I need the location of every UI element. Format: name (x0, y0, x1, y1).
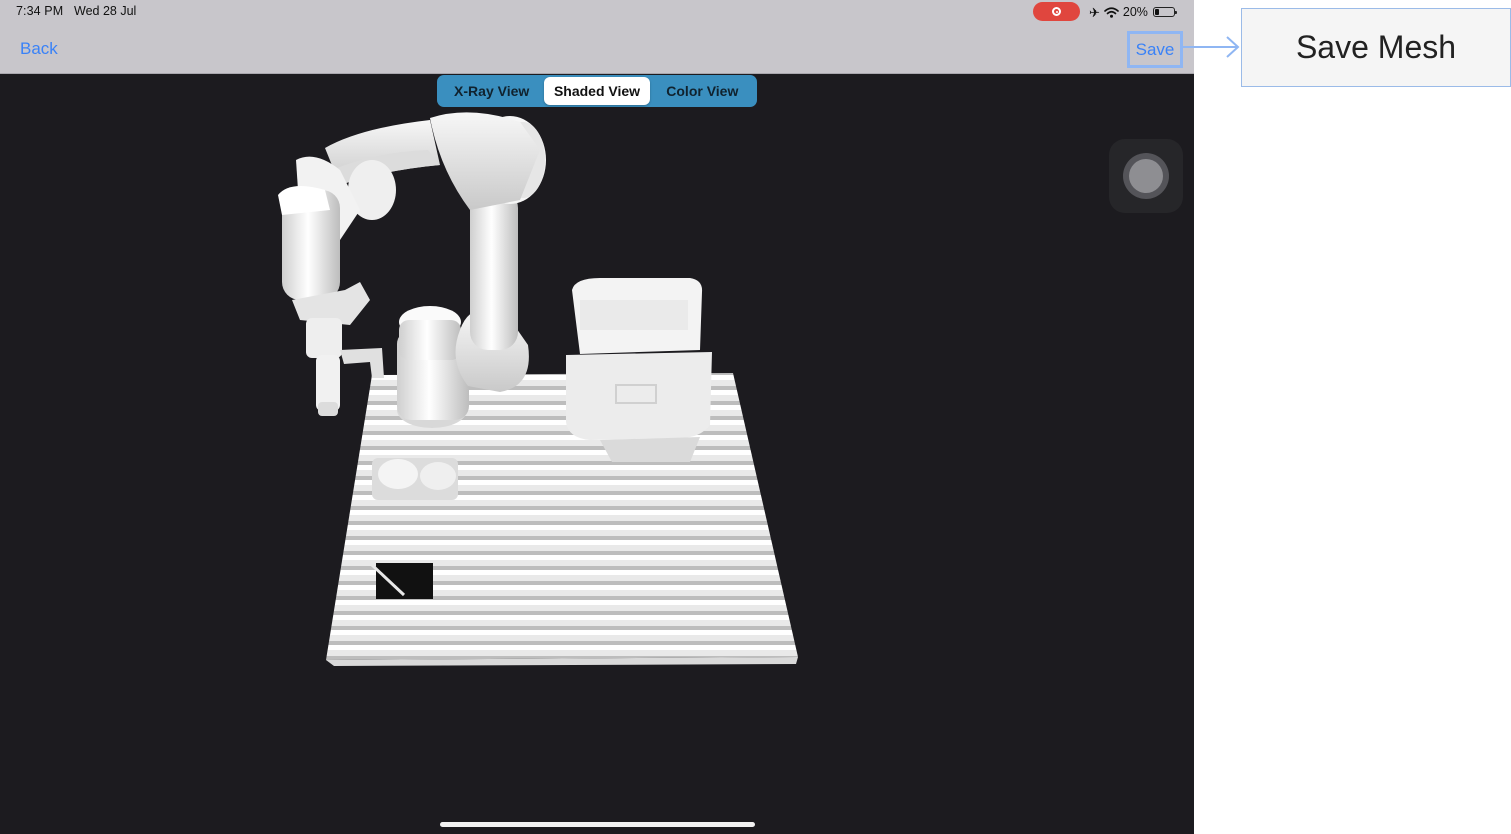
battery-percent: 20% (1122, 5, 1148, 19)
mesh-viewport[interactable] (0, 74, 1194, 834)
wifi-icon (1104, 6, 1119, 18)
navigation-bar: 7:34 PM Wed 28 Jul ✈ 20% Back Save (0, 0, 1194, 74)
airplane-icon: ✈ (1089, 4, 1100, 20)
callout-arrow-icon (1183, 36, 1240, 58)
callout-label: Save Mesh (1295, 29, 1457, 65)
status-icons: ✈ 20% (1089, 3, 1177, 21)
ipad-screen: 7:34 PM Wed 28 Jul ✈ 20% Back Save X-Ray… (0, 0, 1194, 834)
scanned-mesh (278, 112, 798, 666)
segment-shaded-view[interactable]: Shaded View (544, 77, 650, 105)
assistive-touch-button[interactable] (1109, 139, 1183, 213)
segment-xray-view[interactable]: X-Ray View (439, 77, 544, 105)
status-time: 7:34 PM (16, 4, 64, 18)
home-indicator[interactable] (440, 822, 755, 827)
segment-color-view[interactable]: Color View (650, 77, 755, 105)
save-button[interactable]: Save (1127, 31, 1183, 68)
battery-icon (1152, 7, 1177, 17)
back-button[interactable]: Back (20, 39, 58, 59)
save-mesh-callout: Save Mesh (1241, 8, 1511, 87)
view-mode-segmented-control: X-Ray View Shaded View Color View (437, 75, 757, 107)
robot-upper-arm-mesh (470, 190, 518, 350)
table-mesh (326, 373, 798, 660)
screen-recording-icon[interactable] (1033, 2, 1080, 21)
save-button-label: Save (1135, 39, 1175, 59)
status-date: Wed 28 Jul (74, 4, 137, 18)
